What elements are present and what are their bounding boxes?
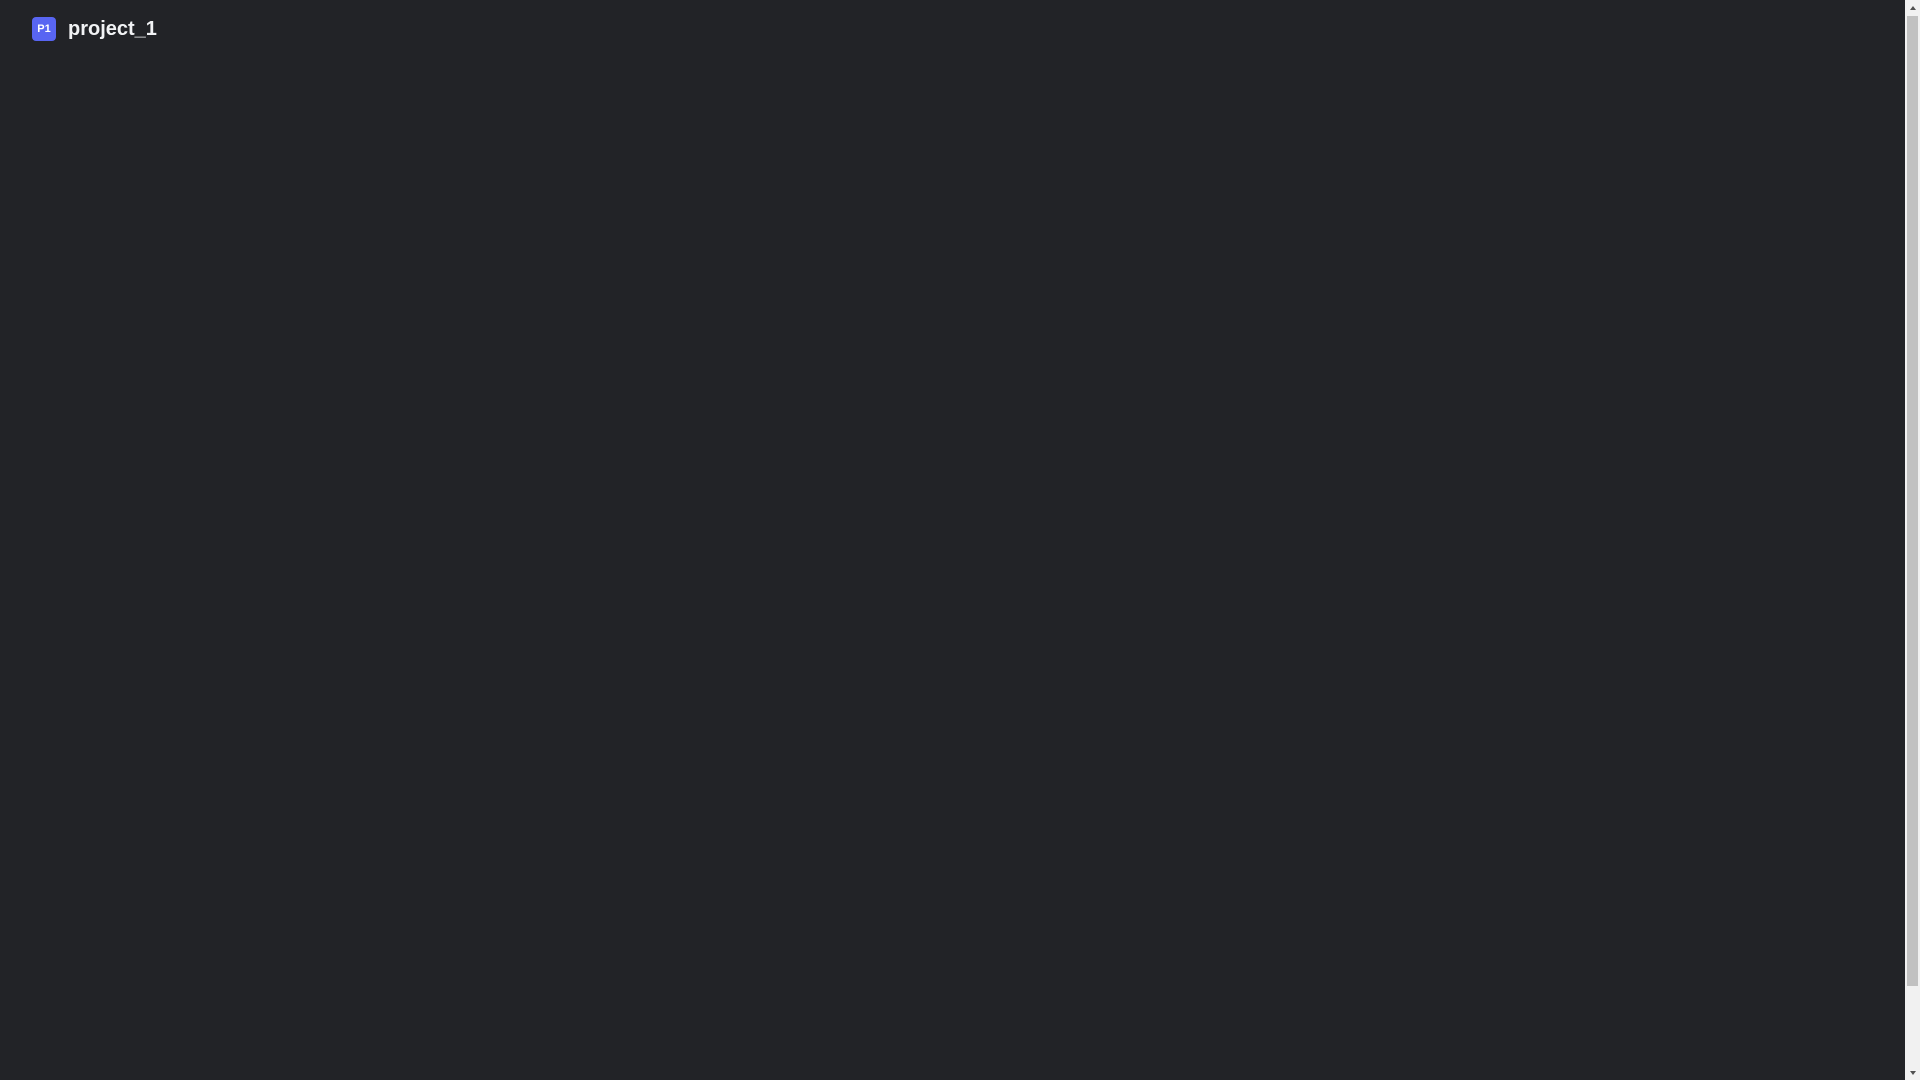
vertical-scrollbar[interactable] — [1905, 0, 1920, 1080]
scroll-up-button[interactable] — [1905, 0, 1920, 15]
main-canvas: P1 project_1 — [0, 0, 1905, 1080]
project-avatar[interactable]: P1 — [32, 17, 56, 41]
scroll-thumb[interactable] — [1907, 16, 1918, 986]
chevron-up-icon — [1909, 5, 1916, 10]
project-title: project_1 — [68, 18, 157, 40]
project-header[interactable]: P1 project_1 — [32, 17, 157, 41]
chevron-down-icon — [1909, 1070, 1916, 1075]
scroll-down-button[interactable] — [1905, 1065, 1920, 1080]
